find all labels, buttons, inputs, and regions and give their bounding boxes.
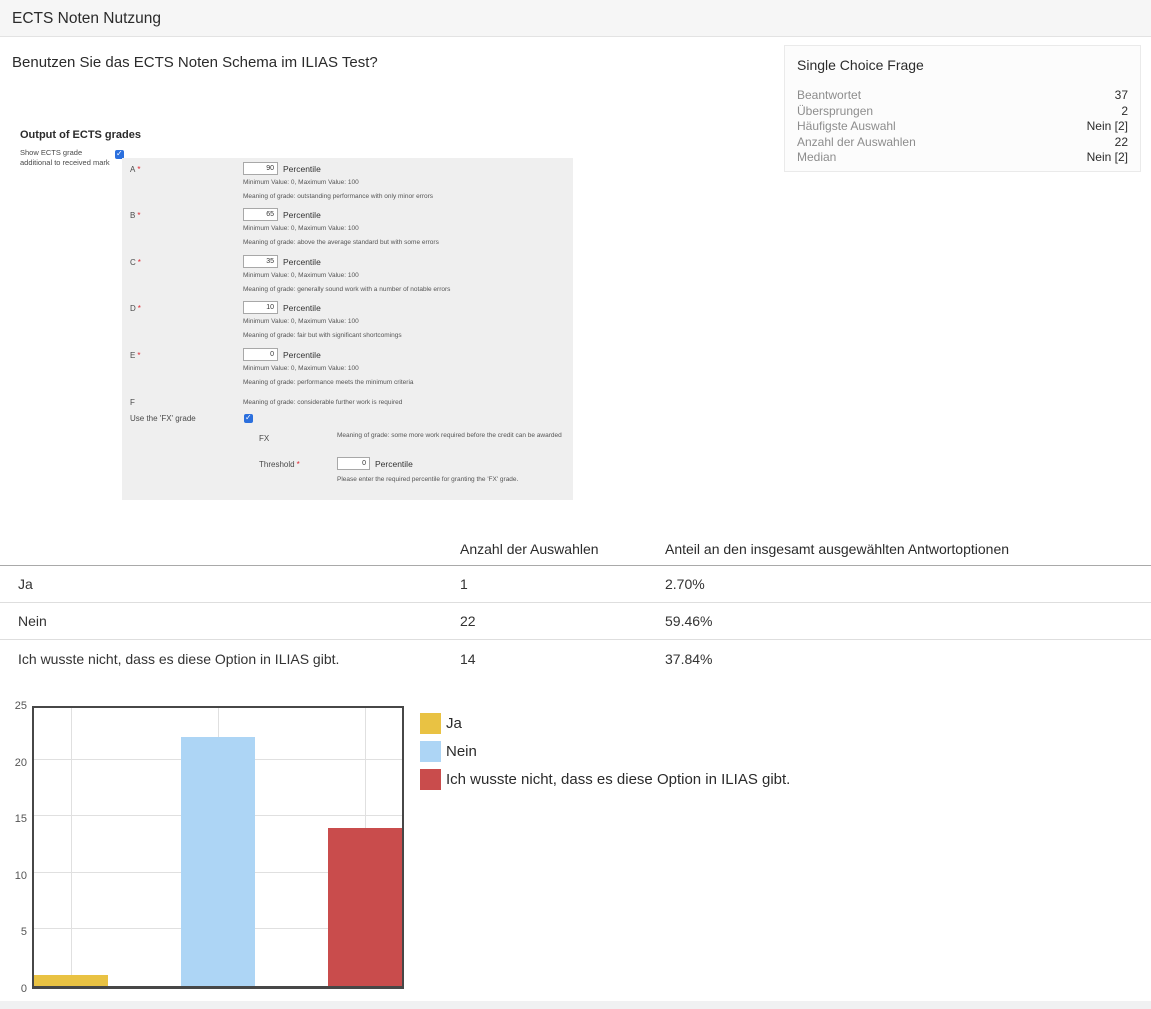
- table-header-row: Anzahl der Auswahlen Anteil an den insge…: [0, 533, 1151, 566]
- header-cell-percent: Anteil an den insgesamt ausgewählten Ant…: [665, 541, 1141, 557]
- stats-panel-title: Single Choice Frage: [797, 57, 1128, 73]
- ects-form-title: Output of ECTS grades: [20, 129, 141, 141]
- y-tick-label: 15: [0, 813, 27, 825]
- unit-label: Percentile: [283, 210, 321, 220]
- threshold-label: Threshold: [259, 460, 295, 469]
- legend-item: Nein: [420, 741, 790, 762]
- table-row: Nein 22 59.46%: [0, 603, 1151, 640]
- stats-rows: Beantwortet 37 Übersprungen 2 Häufigste …: [785, 88, 1140, 166]
- stats-row: Häufigste Auswahl Nein [2]: [797, 119, 1128, 135]
- required-marker: *: [137, 211, 140, 220]
- legend-swatch-1: [420, 713, 441, 734]
- answer-percent: 37.84%: [665, 651, 1141, 667]
- page-title: ECTS Noten Nutzung: [12, 0, 161, 37]
- unit-label: Percentile: [283, 257, 321, 267]
- answer-percent: 59.46%: [665, 613, 1141, 629]
- table-row: Ja 1 2.70%: [0, 566, 1151, 603]
- survey-results-page: ECTS Noten Nutzung Benutzen Sie das ECTS…: [0, 0, 1151, 1009]
- chart-y-axis: 0510152025: [0, 706, 27, 989]
- threshold-help: Please enter the required percentile for…: [337, 476, 518, 483]
- threshold-input[interactable]: [337, 457, 370, 470]
- answer-count: 22: [460, 613, 665, 629]
- y-tick-label: 20: [0, 757, 27, 769]
- required-marker: *: [138, 258, 141, 267]
- meaning-hint: Meaning of grade: performance meets the …: [243, 379, 414, 386]
- minmax-hint: Minimum Value: 0, Maximum Value: 100: [243, 365, 359, 372]
- percentile-input-a[interactable]: [243, 162, 278, 175]
- footer-strip: [0, 1001, 1151, 1009]
- chart-bar-3: [328, 828, 402, 986]
- grade-label: C: [130, 258, 136, 267]
- unit-label: Percentile: [283, 303, 321, 313]
- grade-label: E: [130, 351, 135, 360]
- percentile-input-e[interactable]: [243, 348, 278, 361]
- use-fx-label: Use the 'FX' grade: [130, 414, 196, 423]
- legend-swatch-2: [420, 741, 441, 762]
- required-marker: *: [138, 304, 141, 313]
- minmax-hint: Minimum Value: 0, Maximum Value: 100: [243, 225, 359, 232]
- required-marker: *: [137, 351, 140, 360]
- minmax-hint: Minimum Value: 0, Maximum Value: 100: [243, 272, 359, 279]
- grade-label: B: [130, 211, 135, 220]
- required-marker: *: [297, 460, 300, 469]
- stats-row: Anzahl der Auswahlen 22: [797, 135, 1128, 151]
- show-ects-label: Show ECTS grade additional to received m…: [20, 148, 110, 168]
- fx-label: FX: [259, 434, 269, 443]
- chart-plot: [32, 706, 404, 989]
- meaning-hint: Meaning of grade: generally sound work w…: [243, 286, 450, 293]
- meaning-hint: Meaning of grade: outstanding performanc…: [243, 193, 433, 200]
- answer-count: 1: [460, 576, 665, 592]
- ects-form-panel: A* Percentile Minimum Value: 0, Maximum …: [122, 158, 573, 500]
- y-tick-label: 25: [0, 700, 27, 712]
- answer-count: 14: [460, 651, 665, 667]
- meaning-hint: Meaning of grade: above the average stan…: [243, 239, 439, 246]
- stats-row: Übersprungen 2: [797, 104, 1128, 120]
- legend-label: Nein: [446, 743, 477, 760]
- legend-swatch-3: [420, 769, 441, 790]
- unit-label: Percentile: [283, 350, 321, 360]
- meaning-hint: Meaning of grade: considerable further w…: [243, 399, 402, 406]
- percentile-input-d[interactable]: [243, 301, 278, 314]
- unit-label: Percentile: [283, 164, 321, 174]
- legend-item: Ich wusste nicht, dass es diese Option i…: [420, 769, 790, 790]
- answers-table: Anzahl der Auswahlen Anteil an den insge…: [0, 533, 1151, 678]
- answer-label: Ich wusste nicht, dass es diese Option i…: [18, 651, 460, 667]
- meaning-hint: Meaning of grade: fair but with signific…: [243, 332, 402, 339]
- table-row: Ich wusste nicht, dass es diese Option i…: [0, 640, 1151, 678]
- fx-meaning-hint: Meaning of grade: some more work require…: [337, 432, 569, 441]
- gridline-v: [71, 708, 72, 986]
- question-text: Benutzen Sie das ECTS Noten Schema im IL…: [12, 54, 378, 71]
- legend-label: Ich wusste nicht, dass es diese Option i…: [446, 771, 790, 788]
- answer-percent: 2.70%: [665, 576, 1141, 592]
- page-header: ECTS Noten Nutzung: [0, 0, 1151, 37]
- y-tick-label: 5: [0, 926, 27, 938]
- percentile-input-b[interactable]: [243, 208, 278, 221]
- y-tick-label: 10: [0, 870, 27, 882]
- answer-label: Ja: [18, 576, 460, 592]
- header-cell-count: Anzahl der Auswahlen: [460, 541, 665, 557]
- required-marker: *: [137, 165, 140, 174]
- use-fx-checkbox[interactable]: [244, 414, 253, 423]
- legend-item: Ja: [420, 713, 790, 734]
- answer-label: Nein: [18, 613, 460, 629]
- grade-label: A: [130, 165, 135, 174]
- minmax-hint: Minimum Value: 0, Maximum Value: 100: [243, 318, 359, 325]
- stats-row: Beantwortet 37: [797, 88, 1128, 104]
- grade-label: F: [130, 398, 135, 407]
- chart-bar-1: [34, 975, 108, 986]
- percentile-input-c[interactable]: [243, 255, 278, 268]
- ects-grades-screenshot: Output of ECTS grades Show ECTS grade ad…: [14, 127, 573, 500]
- stats-row: Median Nein [2]: [797, 150, 1128, 166]
- chart-bar-2: [181, 737, 255, 986]
- chart-legend: Ja Nein Ich wusste nicht, dass es diese …: [420, 713, 790, 797]
- y-tick-label: 0: [0, 983, 27, 995]
- legend-label: Ja: [446, 715, 462, 732]
- unit-label: Percentile: [375, 459, 413, 469]
- minmax-hint: Minimum Value: 0, Maximum Value: 100: [243, 179, 359, 186]
- grade-label: D: [130, 304, 136, 313]
- stats-panel: Single Choice Frage Beantwortet 37 Übers…: [784, 45, 1141, 172]
